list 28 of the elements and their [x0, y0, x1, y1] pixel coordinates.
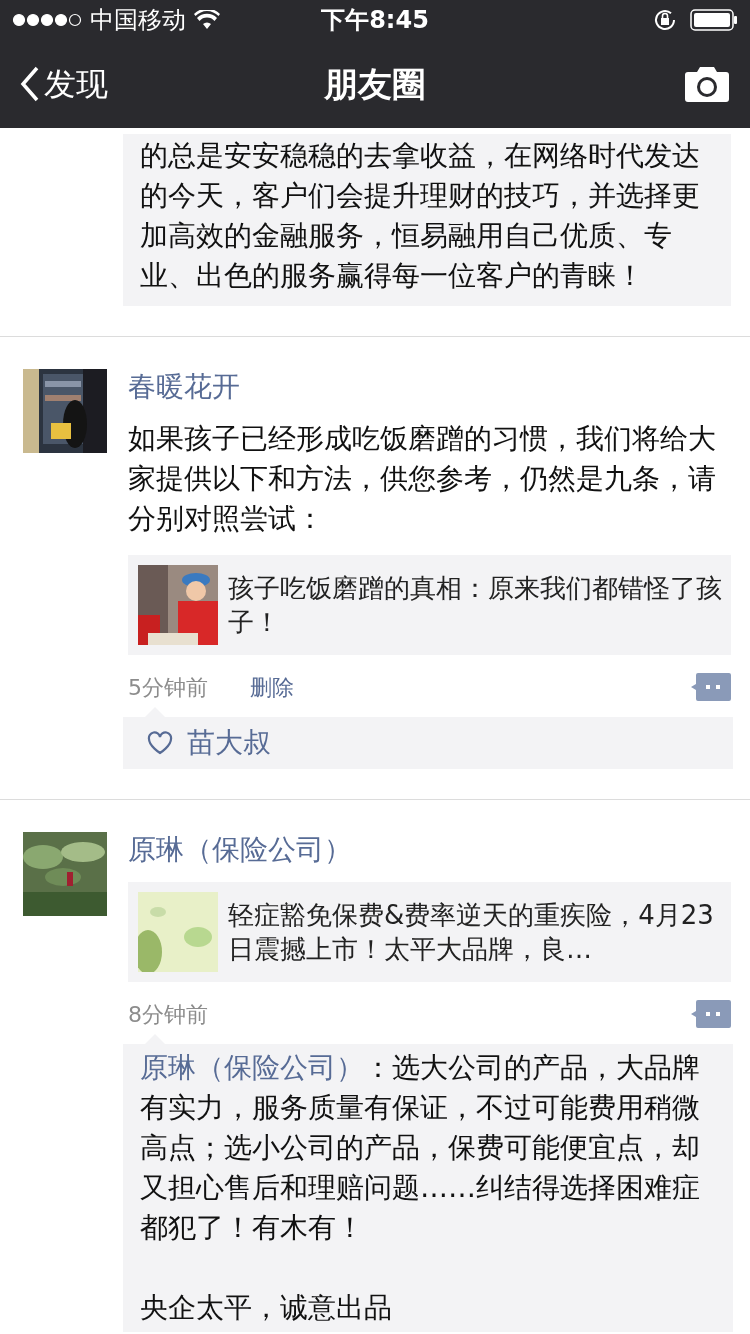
back-button[interactable]: 发现 [20, 60, 108, 108]
comment-text: 央企太平，诚意出品 [140, 1290, 393, 1326]
link-title: 轻症豁免保费&费率逆天的重疾险，4月23日震撼上市！太平大品牌，良… [228, 899, 715, 966]
carrier-name: 中国移动 [90, 5, 186, 36]
wifi-icon [194, 10, 220, 30]
author-name[interactable]: 原琳（保险公司） [128, 830, 731, 870]
link-card[interactable]: 轻症豁免保费&费率逆天的重疾险，4月23日震撼上市！太平大品牌，良… [128, 882, 731, 982]
camera-icon[interactable] [684, 66, 730, 102]
battery-icon [690, 9, 738, 31]
liker-name[interactable]: 苗大叔 [187, 723, 271, 763]
author-name[interactable]: 春暖花开 [128, 367, 731, 407]
commenter-name[interactable]: 原琳（保险公司） [140, 1051, 364, 1084]
chevron-left-icon [20, 66, 40, 102]
clock-time: 下午8:45 [321, 5, 429, 36]
signal-icon [12, 13, 82, 27]
link-title: 孩子吃饭磨蹭的真相：原来我们都错怪了孩子！ [228, 572, 723, 639]
page-title: 朋友圈 [324, 62, 426, 106]
comment-icon[interactable] [691, 1000, 731, 1028]
heart-icon [147, 731, 173, 755]
rotation-lock-icon [652, 7, 678, 33]
post-time: 8分钟前 [128, 1000, 208, 1029]
comment-icon[interactable] [691, 673, 731, 701]
comment-text: 的总是安安稳稳的去拿收益，在网络时代发达的今天，客户们会提升理财的技巧，并选择更加高效的金融服务，恒易融用自己优质、专业、出色的服务赢得每一位客户的青睐！ [123, 134, 731, 306]
delete-link[interactable]: 删除 [250, 670, 294, 704]
comment-text: 原琳（保险公司）：选大公司的产品，大品牌有实力，服务质量有保证，不过可能费用稍微高点；选小公司的产品，保费可能便宜点，却又担心售后和理赔问题……纠结得选择困难症都犯了！有木有！ [140, 1050, 701, 1246]
link-card[interactable]: 孩子吃饭磨蹭的真相：原来我们都错怪了孩子！ [128, 555, 731, 655]
post-text: 如果孩子已经形成吃饭磨蹭的习惯，我们将给大家提供以下和方法，供您参考，仍然是九条，请分别对照尝试： [128, 421, 717, 537]
post-time: 5分钟前 [128, 673, 208, 702]
